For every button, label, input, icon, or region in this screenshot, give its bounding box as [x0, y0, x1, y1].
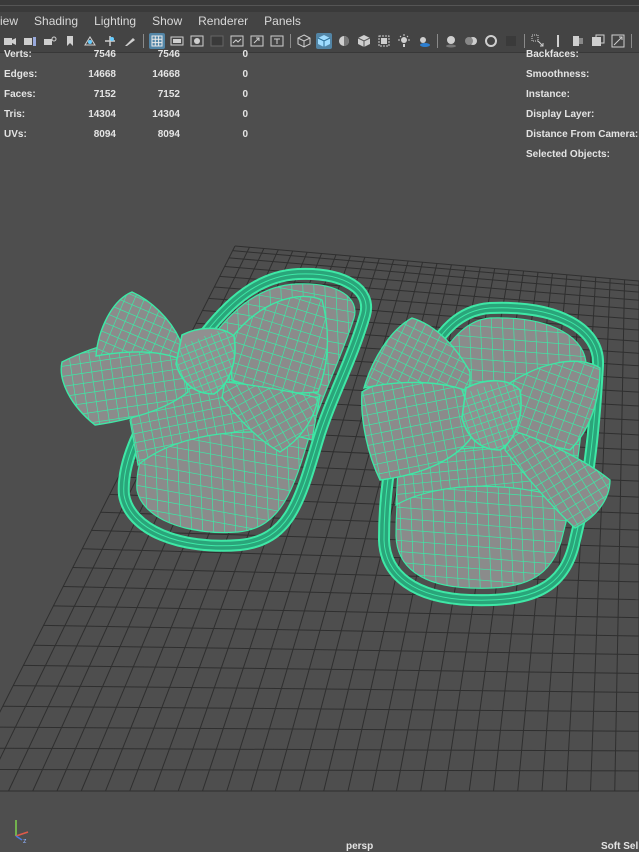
image-plane-icon[interactable] — [82, 33, 98, 49]
menu-renderer[interactable]: Renderer — [190, 12, 256, 30]
hud-instance: Instance: — [526, 89, 570, 100]
hud-display-layer: Display Layer: — [526, 109, 595, 120]
default-material-icon[interactable] — [336, 33, 352, 49]
bookmark-icon[interactable] — [62, 33, 78, 49]
motion-blur-icon[interactable] — [463, 33, 479, 49]
wireframe-icon[interactable] — [296, 33, 312, 49]
texture-icon[interactable] — [610, 33, 626, 49]
field-chart-icon[interactable] — [229, 33, 245, 49]
soft-select-status: Soft Sel — [601, 841, 639, 852]
wireframe-on-shaded-icon[interactable] — [356, 33, 372, 49]
menu-lighting[interactable]: Lighting — [86, 12, 144, 30]
grease-pencil-icon[interactable] — [122, 33, 138, 49]
camera-attr-icon[interactable] — [22, 33, 38, 49]
depth-of-field-icon[interactable] — [503, 33, 519, 49]
resolution-gate-icon[interactable] — [189, 33, 205, 49]
backface-culling-icon[interactable] — [590, 33, 606, 49]
toolbar-separator — [524, 34, 525, 48]
toolbar-separator — [437, 34, 438, 48]
ambient-occlusion-icon[interactable] — [443, 33, 459, 49]
xray-active-icon[interactable] — [570, 33, 586, 49]
gate-mask-icon[interactable] — [209, 33, 225, 49]
panel-menu-bar: iew Shading Lighting Show Renderer Panel… — [0, 12, 639, 30]
grid-icon[interactable] — [149, 33, 165, 49]
hud-distance-from-camera: Distance From Camera: — [526, 129, 639, 140]
toolbar-separator — [631, 34, 632, 48]
menu-view[interactable]: iew — [0, 12, 26, 30]
toolbar-separator — [290, 34, 291, 48]
film-gate-icon[interactable] — [169, 33, 185, 49]
hud-smoothness: Smoothness: — [526, 69, 590, 80]
toolbar-separator — [143, 34, 144, 48]
anti-aliasing-icon[interactable] — [483, 33, 499, 49]
xray-joints-icon[interactable] — [550, 33, 566, 49]
menu-show[interactable]: Show — [144, 12, 190, 30]
camera-name-label: persp — [346, 841, 374, 852]
view-axis-gizmo-icon: z — [15, 820, 29, 844]
hud-object-details: Backfaces: Smoothness: Instance: Display… — [0, 48, 639, 168]
camera-select-icon[interactable] — [2, 33, 18, 49]
perspective-viewport[interactable] — [0, 53, 639, 852]
svg-text:z: z — [23, 838, 27, 844]
hud-selected-objects: Selected Objects: — [526, 149, 610, 160]
menu-panels[interactable]: Panels — [256, 12, 309, 30]
safe-action-icon[interactable] — [249, 33, 265, 49]
scene-render[interactable] — [0, 53, 639, 852]
lights-icon[interactable] — [396, 33, 412, 49]
smooth-shade-icon[interactable] — [316, 33, 332, 49]
shadows-icon[interactable] — [416, 33, 432, 49]
xray-icon[interactable] — [376, 33, 392, 49]
safe-title-icon[interactable] — [269, 33, 285, 49]
menu-shading[interactable]: Shading — [26, 12, 86, 30]
isolate-select-icon[interactable] — [530, 33, 546, 49]
camera-lock-icon[interactable] — [42, 33, 58, 49]
2d-pan-icon[interactable] — [102, 33, 118, 49]
hud-backfaces: Backfaces: — [526, 49, 579, 60]
